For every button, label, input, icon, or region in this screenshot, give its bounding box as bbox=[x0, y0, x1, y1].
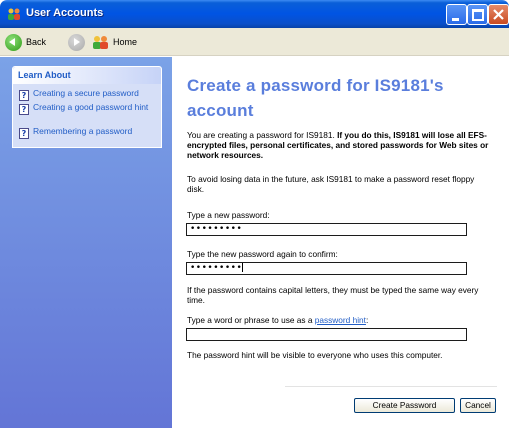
toolbar: Back Home bbox=[0, 28, 509, 56]
sidebar-item-label[interactable]: Creating a secure password bbox=[33, 89, 139, 98]
password-hint-field[interactable] bbox=[186, 328, 467, 341]
home-users-icon[interactable] bbox=[92, 35, 110, 49]
help-icon: ? bbox=[19, 90, 29, 101]
sidebar-item-secure-password[interactable]: ? Creating a secure password bbox=[19, 89, 139, 101]
sidebar-item-remembering-password[interactable]: ? Remembering a password bbox=[19, 127, 132, 139]
main-content: Create a password for IS9181's account Y… bbox=[172, 57, 509, 428]
help-icon: ? bbox=[19, 104, 29, 115]
user-accounts-icon bbox=[8, 8, 20, 20]
confirm-password-label: Type the new password again to confirm: bbox=[187, 249, 338, 259]
sidebar-item-label[interactable]: Remembering a password bbox=[33, 127, 132, 136]
confirm-password-field[interactable]: ••••••••• bbox=[186, 262, 467, 275]
divider bbox=[285, 386, 497, 387]
close-button[interactable] bbox=[488, 4, 509, 25]
sidebar-item-password-hint[interactable]: ? Creating a good password hint bbox=[19, 103, 159, 115]
maximize-button[interactable] bbox=[467, 4, 488, 25]
sidebar-item-label[interactable]: Creating a good password hint bbox=[33, 103, 153, 112]
reset-disk-note: To avoid losing data in the future, ask … bbox=[187, 174, 475, 194]
confirm-password-value: ••••••••• bbox=[190, 263, 243, 273]
back-arrow-icon[interactable] bbox=[5, 34, 22, 51]
warning-plain: You are creating a password for IS9181. bbox=[187, 130, 338, 140]
create-password-button[interactable]: Create Password bbox=[354, 398, 455, 413]
back-button[interactable]: Back bbox=[26, 37, 46, 47]
hint-visibility-note: The password hint will be visible to eve… bbox=[187, 350, 443, 360]
minimize-icon bbox=[452, 18, 459, 21]
window-title: User Accounts bbox=[26, 7, 104, 19]
help-icon: ? bbox=[19, 128, 29, 139]
cancel-button[interactable]: Cancel bbox=[460, 398, 496, 413]
caps-note: If the password contains capital letters… bbox=[187, 285, 479, 305]
new-password-field[interactable]: ••••••••• bbox=[186, 223, 467, 236]
title-bar: User Accounts bbox=[0, 0, 509, 28]
password-hint-link[interactable]: password hint bbox=[315, 315, 366, 325]
password-hint-label: Type a word or phrase to use as a passwo… bbox=[187, 315, 368, 325]
learn-about-panel: Learn About ? Creating a secure password… bbox=[12, 66, 162, 148]
page-title: Create a password for IS9181's account bbox=[187, 76, 444, 120]
forward-arrow-icon[interactable] bbox=[68, 34, 85, 51]
maximize-icon bbox=[472, 9, 484, 21]
close-icon bbox=[493, 9, 504, 20]
new-password-label: Type a new password: bbox=[187, 210, 270, 220]
hint-label-prefix: Type a word or phrase to use as a bbox=[187, 315, 315, 325]
minimize-button[interactable] bbox=[446, 4, 467, 25]
hint-label-suffix: : bbox=[365, 315, 369, 325]
learn-about-title: Learn About bbox=[13, 67, 161, 84]
home-button[interactable]: Home bbox=[113, 37, 137, 47]
sidebar: Learn About ? Creating a secure password… bbox=[0, 57, 172, 428]
warning-text: You are creating a password for IS9181. … bbox=[187, 130, 492, 160]
